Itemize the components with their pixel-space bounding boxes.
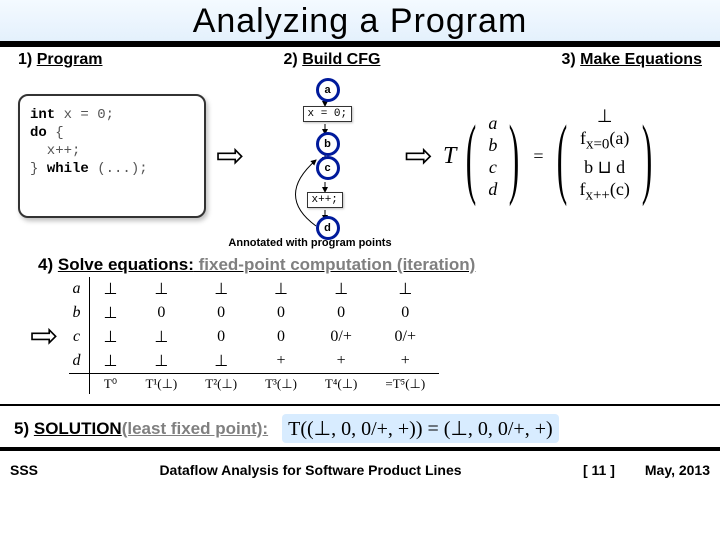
arrow-icon: ⇨ [206, 136, 255, 176]
hdr-eqs: 3) Make Equations [561, 51, 702, 69]
footer-right: May, 2013 [645, 462, 710, 478]
section-headers: 1) Program 2) Build CFG 3) Make Equation… [0, 47, 720, 71]
solution-equation: T((⊥, 0, 0/+, +)) = (⊥, 0, 0/+, +) [282, 414, 559, 443]
iteration-table-block: ⇨ a ⊥⊥⊥⊥⊥⊥ b ⊥00000 c ⊥⊥000/+0/+ d ⊥⊥⊥++… [0, 277, 720, 394]
pp-a: a [316, 78, 340, 102]
code-box: int x = 0; do { x++; } while (...); [18, 94, 206, 218]
annotated-caption: Annotated with program points [210, 237, 410, 249]
top-row: int x = 0; do { x++; } while (...); ⇨ a … [0, 71, 720, 241]
eq-T: T [443, 143, 456, 170]
iteration-table: a ⊥⊥⊥⊥⊥⊥ b ⊥00000 c ⊥⊥000/+0/+ d ⊥⊥⊥+++ … [69, 277, 440, 394]
arrow-icon: ⇨ [20, 316, 69, 356]
footer-page: [ 11 ] [583, 462, 615, 478]
cfg-stmt-1: x = 0; [303, 106, 353, 122]
slide-title-text: Analyzing a Program [0, 2, 720, 43]
pp-c: c [316, 156, 340, 180]
pp-b: b [316, 132, 340, 156]
eq-equals: = [529, 146, 547, 167]
cfg-diagram: a x = 0; b c x++; d [255, 76, 395, 236]
hdr-program: 1) Program [18, 51, 102, 69]
arrow-icon: ⇨ [395, 136, 444, 176]
slide-title: Analyzing a Program [0, 0, 720, 47]
footer-left: SSS [10, 462, 38, 478]
hdr-solve: 4) Solve equations: fixed-point computat… [0, 249, 720, 277]
eq-lhs-vec: a b c d [486, 112, 499, 200]
pp-d: d [316, 216, 340, 240]
solution-row: 5) SOLUTION (least fixed point): T((⊥, 0… [0, 408, 720, 447]
footer-center: Dataflow Analysis for Software Product L… [38, 462, 583, 478]
cfg-stmt-2: x++; [307, 192, 343, 208]
hdr-cfg: 2) Build CFG [284, 51, 381, 69]
eq-rhs-vec: ⊥ fx=0(a) b ⊔ d fx++(c) [577, 105, 631, 206]
footer: SSS Dataflow Analysis for Software Produ… [0, 447, 720, 489]
equation-block: T ( a b c d ) = ( ⊥ fx=0(a) b ⊔ d fx++(c… [443, 105, 662, 206]
